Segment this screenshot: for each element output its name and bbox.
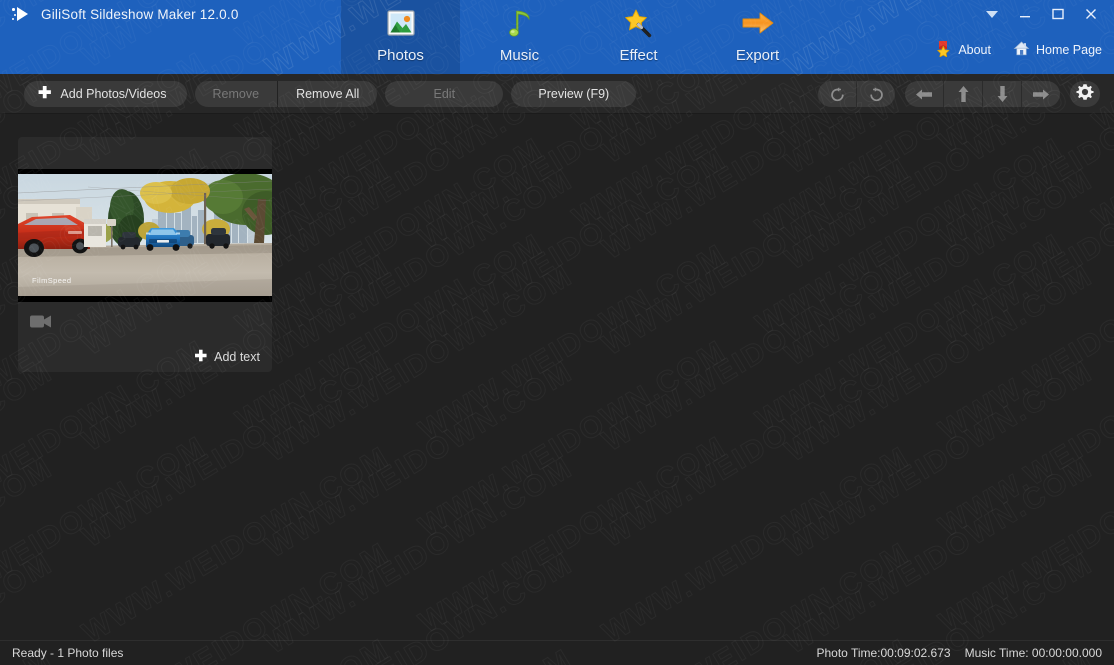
- about-link[interactable]: About: [935, 40, 991, 60]
- photo-icon: [381, 8, 421, 42]
- app-branding: GiliSoft Sildeshow Maker 12.0.0: [12, 4, 239, 24]
- plus-icon: ✚: [194, 348, 208, 365]
- svg-text:FilmSpeed: FilmSpeed: [32, 276, 71, 285]
- about-label: About: [958, 43, 991, 57]
- window-controls: [977, 4, 1106, 24]
- toolbar-left-group: ✚ Add Photos/Videos Remove Remove All Ed…: [0, 80, 637, 107]
- remove-label: Remove: [212, 86, 260, 101]
- toolbar: ✚ Add Photos/Videos Remove Remove All Ed…: [0, 74, 1114, 114]
- add-photos-videos-button[interactable]: ✚ Add Photos/Videos: [24, 80, 187, 107]
- close-button[interactable]: [1076, 4, 1106, 24]
- star-ribbon-icon: [935, 40, 952, 60]
- list-item[interactable]: FilmSpeed ✚ Add text: [18, 137, 272, 372]
- play-logo-icon: [12, 4, 32, 24]
- home-icon: [1013, 40, 1030, 60]
- thumbnail-footer: ✚ Add text: [18, 302, 272, 372]
- tab-photos[interactable]: Photos: [341, 0, 460, 74]
- home-page-link[interactable]: Home Page: [1013, 40, 1102, 60]
- export-arrow-icon: [738, 8, 778, 42]
- preview-button[interactable]: Preview (F9): [511, 80, 637, 107]
- arrow-right-icon[interactable]: [1022, 81, 1060, 107]
- remove-group: Remove Remove All: [194, 80, 378, 107]
- magic-wand-star-icon: [619, 8, 659, 42]
- photo-list-area[interactable]: FilmSpeed ✚ Add text: [0, 114, 1114, 640]
- remove-all-label: Remove All: [296, 86, 360, 101]
- title-bar: GiliSoft Sildeshow Maker 12.0.0 Photos M…: [0, 0, 1114, 74]
- arrow-left-icon[interactable]: [905, 81, 943, 107]
- preview-label: Preview (F9): [538, 86, 610, 101]
- edit-label: Edit: [433, 86, 456, 101]
- music-time-label: Music Time: 00:00:00.000: [964, 646, 1102, 660]
- rotate-right-icon[interactable]: [857, 81, 895, 107]
- remove-button[interactable]: Remove: [195, 81, 278, 107]
- settings-button[interactable]: [1070, 81, 1100, 107]
- rotate-group: [818, 81, 895, 107]
- app-title: GiliSoft Sildeshow Maker 12.0.0: [41, 6, 239, 22]
- tab-label-export: Export: [735, 47, 780, 64]
- move-group: [905, 81, 1060, 107]
- main-tabs: Photos Music Effect Export: [341, 0, 817, 74]
- home-page-label: Home Page: [1035, 43, 1102, 57]
- tab-label-music: Music: [499, 47, 540, 64]
- maximize-button[interactable]: [1043, 4, 1073, 24]
- thumbnail-image: FilmSpeed: [18, 169, 272, 302]
- add-photos-videos-label: Add Photos/Videos: [60, 86, 167, 101]
- photo-time-label: Photo Time:00:09:02.673: [816, 646, 951, 660]
- tab-effect[interactable]: Effect: [579, 0, 698, 74]
- menu-chevron-button[interactable]: [977, 4, 1007, 24]
- video-camera-icon: [30, 314, 52, 334]
- arrow-down-icon[interactable]: [983, 81, 1021, 107]
- music-note-icon: [500, 8, 540, 42]
- plus-icon: ✚: [38, 84, 52, 102]
- tab-label-photos: Photos: [377, 47, 424, 64]
- remove-all-button[interactable]: Remove All: [278, 81, 377, 107]
- add-text-label: Add text: [214, 349, 260, 364]
- rotate-left-icon[interactable]: [818, 81, 856, 107]
- status-ready-text: Ready - 1 Photo files: [12, 646, 124, 660]
- edit-button[interactable]: Edit: [385, 80, 504, 107]
- status-bar: Ready - 1 Photo files Photo Time:00:09:0…: [0, 640, 1114, 665]
- application-window: GiliSoft Sildeshow Maker 12.0.0 Photos M…: [0, 0, 1114, 665]
- minimize-button[interactable]: [1010, 4, 1040, 24]
- status-times: Photo Time:00:09:02.673 Music Time: 00:0…: [816, 646, 1102, 660]
- gear-icon: [1076, 83, 1094, 106]
- tab-label-effect: Effect: [619, 47, 658, 64]
- toolbar-right-group: [818, 81, 1100, 107]
- tab-export[interactable]: Export: [698, 0, 817, 74]
- arrow-up-icon[interactable]: [944, 81, 982, 107]
- add-text-button[interactable]: ✚ Add text: [195, 349, 260, 364]
- tab-music[interactable]: Music: [460, 0, 579, 74]
- header-links: About Home Page: [935, 40, 1102, 60]
